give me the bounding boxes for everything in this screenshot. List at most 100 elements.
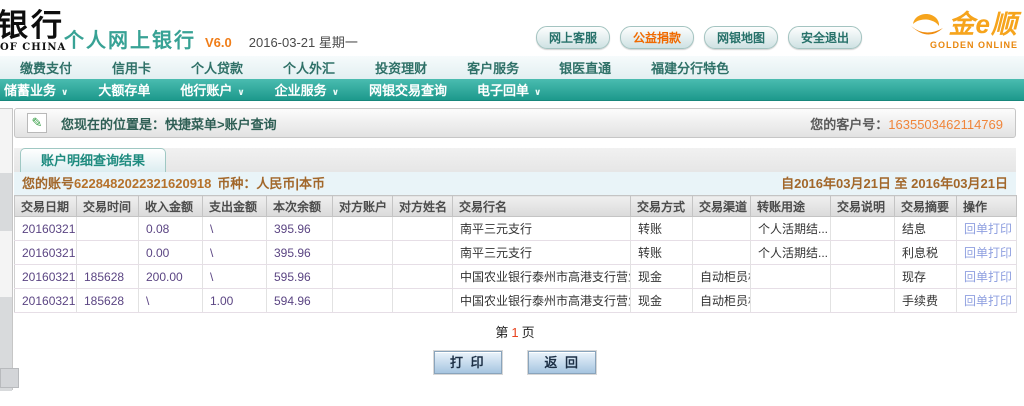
golden-swoosh-icon — [907, 6, 947, 41]
tab-account-detail-result[interactable]: 账户明细查询结果 — [20, 148, 166, 172]
golden-logo-subtext: GOLDEN ONLINE — [907, 40, 1018, 50]
cell-income: \ — [139, 289, 203, 313]
receipt-print-link[interactable]: 回单打印 — [964, 246, 1012, 260]
account-label: 您的账号 — [22, 172, 74, 195]
cell-note — [831, 217, 895, 241]
cell-income: 200.00 — [139, 265, 203, 289]
cell-balance: 395.96 — [267, 217, 333, 241]
chevron-down-icon: ∨ — [534, 87, 541, 97]
bank-logo-subtext: OF CHINA — [0, 42, 66, 53]
primary-menu-item[interactable]: 客户服务 — [447, 58, 539, 77]
secondary-menu-item[interactable]: 储蓄业务∨ — [0, 80, 83, 99]
charity-donation-button[interactable]: 公益捐款 — [620, 26, 694, 49]
table-row: 201603210.00\395.96南平三元支行转账个人活期结...利息税回单… — [15, 241, 1017, 265]
cell-time: 185628 — [77, 265, 139, 289]
back-button[interactable]: 返 回 — [528, 351, 596, 374]
secondary-menu-item[interactable]: 电子回单∨ — [462, 80, 556, 99]
secondary-menu-item[interactable]: 他行账户∨ — [165, 80, 259, 99]
cell-action: 回单打印 — [957, 217, 1017, 241]
cell-purpose — [751, 289, 831, 313]
page-title: 个人网上银行 — [64, 24, 196, 53]
breadcrumb: 您现在的位置是：快捷菜单>账户查询 — [61, 114, 277, 133]
receipt-print-link[interactable]: 回单打印 — [964, 294, 1012, 308]
table-header-row: 交易日期交易时间收入金额支出金额本次余额对方账户对方姓名交易行名交易方式交易渠道… — [15, 196, 1017, 217]
cell-method: 现金 — [631, 289, 693, 313]
bank-map-button[interactable]: 网银地图 — [704, 26, 778, 49]
cell-method: 现金 — [631, 265, 693, 289]
account-number: 6228482022321620918 — [74, 172, 211, 195]
primary-menu-bar: 缴费支付信用卡个人贷款个人外汇投资理财客户服务银医直通福建分行特色 — [0, 56, 1024, 79]
cell-counter_name — [393, 241, 453, 265]
cell-expense: 1.00 — [203, 289, 267, 313]
tab-row: 账户明细查询结果 — [14, 148, 1016, 172]
chevron-down-icon: ∨ — [61, 87, 68, 97]
primary-menu-item[interactable]: 投资理财 — [355, 58, 447, 77]
cell-counter_name — [393, 217, 453, 241]
cell-date: 20160321 — [15, 265, 77, 289]
print-button[interactable]: 打 印 — [434, 351, 502, 374]
cell-expense: \ — [203, 241, 267, 265]
primary-menu-item[interactable]: 银医直通 — [539, 58, 631, 77]
column-header: 对方姓名 — [393, 196, 453, 217]
cell-counter_account — [333, 217, 393, 241]
collapsed-sidebar-strip[interactable] — [0, 108, 13, 390]
version-label: V6.0 — [205, 35, 232, 50]
secondary-menu-item[interactable]: 网银交易查询 — [354, 80, 462, 99]
safe-exit-button[interactable]: 安全退出 — [788, 26, 862, 49]
cell-time: 185628 — [77, 289, 139, 313]
cell-bank: 南平三元支行 — [453, 241, 631, 265]
pagination: 第1页 — [14, 322, 1016, 341]
main-content: ✎ 您现在的位置是：快捷菜单>账户查询 您的客户号：16355034621147… — [14, 108, 1016, 374]
cell-channel: 自动柜员机 — [693, 289, 751, 313]
customer-number-label: 您的客户号： — [810, 117, 888, 132]
table-row: 201603210.08\395.96南平三元支行转账个人活期结...结息回单打… — [15, 217, 1017, 241]
secondary-menu-bar: 储蓄业务∨大额存单他行账户∨企业服务∨网银交易查询电子回单∨ — [0, 79, 1024, 101]
golden-online-logo: 金e顺 GOLDEN ONLINE — [907, 6, 1018, 50]
cell-date: 20160321 — [15, 217, 77, 241]
page-prefix: 第 — [495, 325, 508, 340]
cell-balance: 594.96 — [267, 289, 333, 313]
receipt-print-link[interactable]: 回单打印 — [964, 270, 1012, 284]
column-header: 收入金额 — [139, 196, 203, 217]
chevron-down-icon: ∨ — [332, 87, 339, 97]
cell-counter_account — [333, 265, 393, 289]
primary-menu-item[interactable]: 个人贷款 — [171, 58, 263, 77]
cell-bank: 中国农业银行泰州市高港支行营业部 — [453, 289, 631, 313]
column-header: 交易摘要 — [895, 196, 957, 217]
sidebar-strip-segment — [0, 173, 12, 231]
cell-note — [831, 265, 895, 289]
currency-label: 币种：人民币|本币 — [217, 172, 325, 195]
action-buttons: 打 印 返 回 — [14, 351, 1016, 374]
cell-note — [831, 289, 895, 313]
primary-menu-item[interactable]: 缴费支付 — [0, 58, 92, 77]
secondary-menu-item[interactable]: 大额存单 — [83, 80, 165, 99]
cell-channel: 自动柜员机 — [693, 265, 751, 289]
header-date: 2016-03-21 星期一 — [249, 32, 358, 51]
cell-action: 回单打印 — [957, 289, 1017, 313]
page-number: 1 — [508, 325, 521, 340]
column-header: 对方账户 — [333, 196, 393, 217]
primary-menu-item[interactable]: 福建分行特色 — [631, 58, 749, 77]
chevron-down-icon: ∨ — [237, 87, 244, 97]
receipt-print-link[interactable]: 回单打印 — [964, 222, 1012, 236]
cell-counter_name — [393, 289, 453, 313]
cell-action: 回单打印 — [957, 265, 1017, 289]
cell-expense: \ — [203, 217, 267, 241]
cell-note — [831, 241, 895, 265]
primary-menu-item[interactable]: 个人外汇 — [263, 58, 355, 77]
column-header: 交易渠道 — [693, 196, 751, 217]
online-service-button[interactable]: 网上客服 — [536, 26, 610, 49]
cell-time — [77, 241, 139, 265]
top-header: 银行 OF CHINA 个人网上银行 V6.0 2016-03-21 星期一 网… — [0, 0, 1024, 56]
primary-menu-item[interactable]: 信用卡 — [92, 58, 171, 77]
cell-channel — [693, 241, 751, 265]
column-header: 支出金额 — [203, 196, 267, 217]
secondary-menu-item[interactable]: 企业服务∨ — [260, 80, 354, 99]
cell-method: 转账 — [631, 217, 693, 241]
bank-logo: 银行 OF CHINA — [0, 0, 66, 53]
cell-date: 20160321 — [15, 289, 77, 313]
cell-counter_account — [333, 241, 393, 265]
page-suffix: 页 — [522, 325, 535, 340]
column-header: 交易日期 — [15, 196, 77, 217]
cell-income: 0.00 — [139, 241, 203, 265]
